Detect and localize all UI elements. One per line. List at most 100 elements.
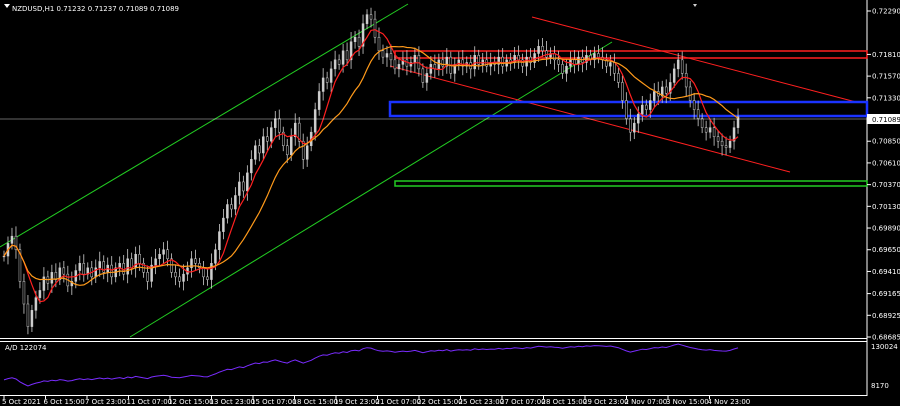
candle-body	[122, 263, 125, 275]
candle-body	[385, 53, 389, 58]
candle-body	[158, 254, 161, 260]
candle-body	[393, 59, 397, 70]
time-tick-label: 11 Oct 07:00	[127, 398, 173, 406]
candle-body	[425, 73, 429, 83]
indicator-axis-top: 130024	[871, 343, 898, 351]
candle-body	[34, 297, 38, 311]
time-axis: 5 Oct 2021 6 Oct 15:00 7 Oct 23:00 11 Oct 0…	[2, 395, 750, 406]
chart-title: NZDUSD,H1 0.71232 0.71237 0.71089 0.7108…	[12, 5, 179, 13]
price-tick-label: 0.69165	[872, 290, 900, 298]
candle-body	[278, 118, 281, 133]
price-axis: 0.72290 0.71810 0.71570 0.71330 0.70850 0.706…	[867, 8, 900, 342]
candle-body	[676, 59, 680, 70]
indicator-axis-bottom: 8170	[871, 382, 889, 390]
candle-body	[321, 77, 325, 92]
candle-body	[373, 18, 377, 38]
candle-body	[262, 136, 265, 154]
candle-body	[22, 281, 26, 305]
time-tick-label: 19 Oct 23:00	[334, 398, 380, 406]
candle-body	[274, 118, 277, 128]
candle-body	[118, 263, 121, 269]
candle-body	[381, 50, 385, 58]
candle-body	[250, 159, 253, 174]
candle-body	[138, 254, 141, 264]
price-tick-label: 0.68685	[872, 334, 900, 342]
candle-body	[637, 113, 640, 124]
candle-body	[613, 62, 616, 74]
price-tick-label: 0.71810	[872, 51, 900, 59]
candle-body	[226, 204, 229, 219]
candle-body	[653, 91, 656, 101]
candle-body	[325, 77, 329, 83]
candle-body	[413, 55, 417, 63]
candle-body	[692, 100, 696, 110]
ma-slow-line	[3, 45, 739, 286]
candle-body	[704, 127, 708, 133]
candle-body	[170, 258, 173, 273]
drawn-objects	[0, 3, 869, 338]
candle-body	[94, 267, 98, 278]
candle-body	[26, 303, 30, 327]
candle-body	[437, 59, 441, 70]
candle-body	[720, 140, 724, 146]
candle-body	[633, 122, 636, 133]
candle-body	[680, 59, 684, 74]
price-series	[2, 7, 740, 335]
candle-body	[365, 14, 369, 24]
time-tick-label: 2 Nov 07:00	[625, 398, 668, 406]
time-tick-label: 5 Oct 2021	[2, 398, 41, 406]
candle-body	[369, 14, 373, 20]
price-tick-label: 0.71330	[872, 94, 900, 102]
price-tick-label: 0.71570	[872, 73, 900, 81]
price-tick-label: 0.70130	[872, 203, 900, 211]
candle-body	[688, 86, 692, 101]
candle-body	[621, 82, 624, 101]
candle-body	[329, 68, 333, 83]
time-tick-label: 29 Oct 23:00	[583, 398, 629, 406]
candle-body	[708, 127, 712, 133]
candle-body	[254, 145, 257, 160]
candle-body	[645, 104, 648, 110]
candle-body	[317, 91, 321, 110]
candle-body	[557, 59, 560, 65]
candle-body	[246, 172, 249, 192]
candle-body	[573, 59, 576, 65]
candle-body	[82, 263, 86, 275]
candle-body	[313, 109, 317, 133]
title-arrow-icon	[4, 4, 10, 8]
candle-body	[333, 59, 337, 70]
time-tick-label: 28 Oct 15:00	[542, 398, 588, 406]
candle-body	[664, 86, 668, 94]
candle-body	[597, 53, 600, 58]
price-chart[interactable]: 0.72290 0.71810 0.71570 0.71330 0.70850 0.706…	[0, 0, 900, 406]
candle-body	[270, 127, 273, 142]
time-tick-label: 21 Oct 07:00	[376, 398, 422, 406]
candle-body	[641, 104, 644, 115]
chart-shift-marker[interactable]	[693, 4, 697, 7]
time-tick-label: 25 Oct 23:00	[459, 398, 505, 406]
candle-body	[194, 258, 197, 264]
candle-body	[230, 204, 233, 210]
candle-body	[182, 273, 185, 282]
candle-body	[609, 62, 612, 67]
candle-body	[441, 59, 445, 67]
candle-body	[2, 255, 6, 258]
candle-body	[617, 73, 620, 83]
time-tick-label: 15 Oct 07:00	[251, 398, 297, 406]
green-channel-upper	[0, 3, 409, 248]
candle-body	[629, 118, 632, 133]
time-tick-label: 18 Oct 15:00	[293, 398, 339, 406]
green-channel-lower	[129, 41, 613, 338]
candle-body	[258, 145, 261, 154]
candle-body	[78, 263, 82, 271]
candle-body	[289, 136, 293, 156]
candle-body	[218, 231, 221, 250]
candle-body	[397, 64, 401, 70]
candle-body	[541, 46, 544, 52]
price-tick-label: 0.69650	[872, 246, 900, 254]
candle-body	[672, 68, 676, 83]
time-tick-label: 27 Oct 07:00	[500, 398, 546, 406]
price-tick-label: 0.69890	[872, 225, 900, 233]
current-price-label: 0.71089	[872, 116, 900, 124]
candle-body	[206, 276, 209, 280]
